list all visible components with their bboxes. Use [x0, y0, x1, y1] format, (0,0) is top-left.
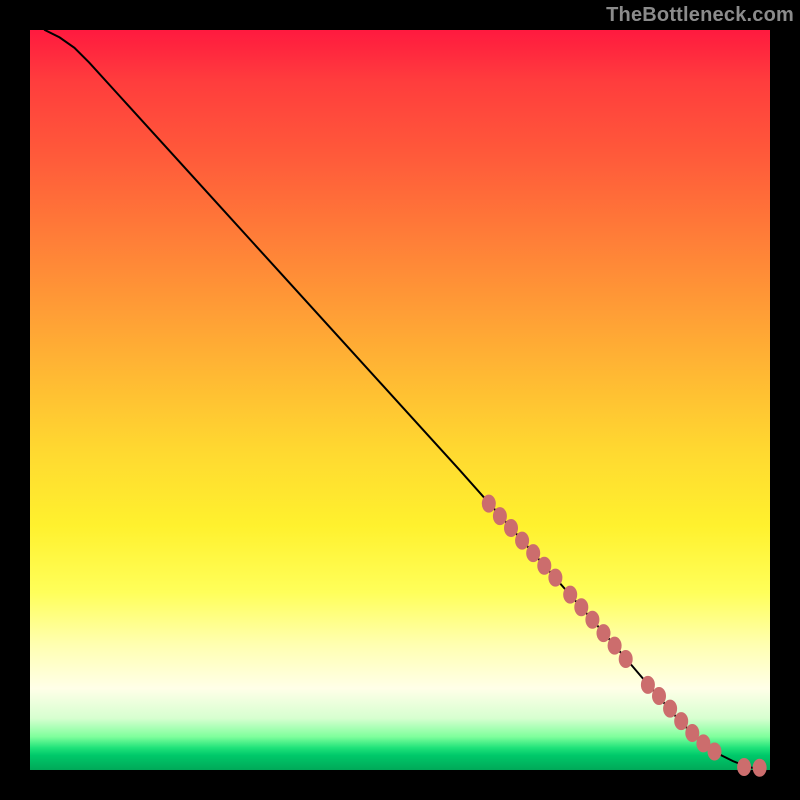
- data-point: [652, 687, 666, 705]
- data-point: [641, 676, 655, 694]
- data-point: [597, 624, 611, 642]
- data-point: [548, 569, 562, 587]
- data-point: [737, 758, 751, 776]
- watermark-label: TheBottleneck.com: [606, 4, 794, 27]
- data-point: [574, 598, 588, 616]
- chart-frame: TheBottleneck.com: [0, 0, 800, 800]
- data-point: [663, 700, 677, 718]
- chart-svg: [30, 30, 770, 770]
- data-point: [708, 743, 722, 761]
- data-points-group: [482, 495, 767, 777]
- data-point: [674, 712, 688, 730]
- data-point: [585, 611, 599, 629]
- data-point: [526, 544, 540, 562]
- data-point: [504, 519, 518, 537]
- data-point: [515, 532, 529, 550]
- data-point: [608, 637, 622, 655]
- data-point: [563, 586, 577, 604]
- curve-line: [45, 30, 760, 768]
- data-point: [753, 759, 767, 777]
- data-point: [537, 557, 551, 575]
- data-point: [482, 495, 496, 513]
- plot-area: [30, 30, 770, 770]
- data-point: [493, 507, 507, 525]
- data-point: [619, 650, 633, 668]
